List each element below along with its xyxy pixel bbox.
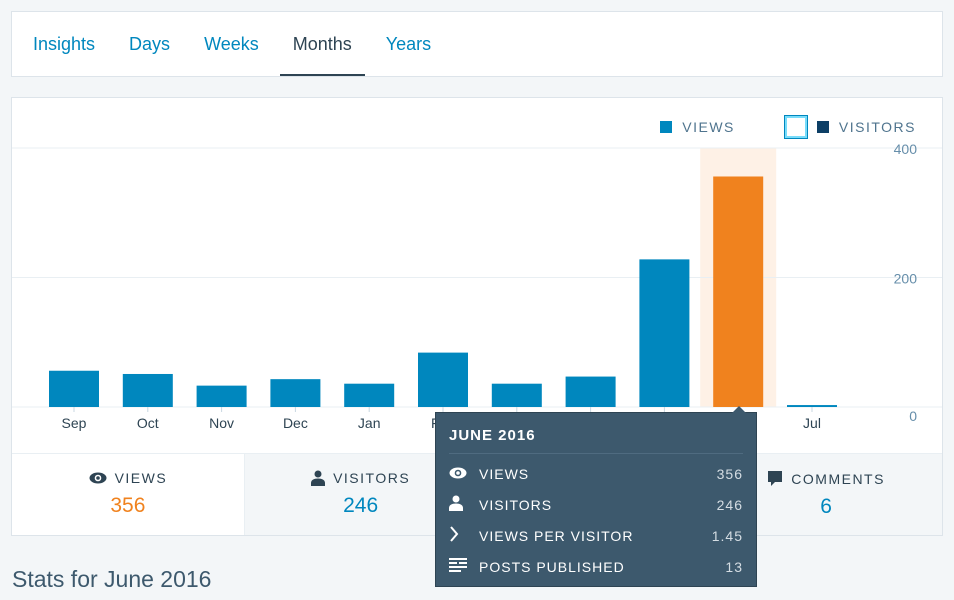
views-value: 356 <box>110 494 146 517</box>
legend-views: VIEWS <box>682 119 735 135</box>
x-tick-label: Dec <box>283 415 308 431</box>
bar-may <box>639 259 690 407</box>
views-swatch <box>660 121 673 133</box>
tooltip-label: POSTS PUBLISHED <box>479 558 625 575</box>
bar-oct <box>122 373 173 407</box>
period-tabs: Insights Days Weeks Months Years <box>11 11 943 77</box>
tooltip-row-views: VIEWS 356 <box>449 458 743 489</box>
tab-months[interactable]: Months <box>279 12 365 76</box>
comments-label: COMMENTS <box>791 470 885 487</box>
tooltip-label: VIEWS <box>479 465 530 482</box>
eye-icon <box>449 467 467 478</box>
tooltip-row-visitors: VISITORS 246 <box>449 489 743 520</box>
views-label: VIEWS <box>114 470 168 486</box>
bar-apr <box>565 376 616 407</box>
tooltip-label: VIEWS PER VISITOR <box>479 527 634 544</box>
bar-nov <box>196 385 247 407</box>
bar-dec <box>270 379 321 407</box>
tooltip-value: 1.45 <box>711 527 743 544</box>
tab-weeks[interactable]: Weeks <box>191 12 272 76</box>
person-icon <box>449 495 463 511</box>
tab-days[interactable]: Days <box>116 12 183 76</box>
x-tick-label: Nov <box>209 415 234 431</box>
tooltip-row-posts: POSTS PUBLISHED 13 <box>449 551 743 582</box>
tab-insights[interactable]: Insights <box>20 12 108 76</box>
person-icon <box>311 470 326 486</box>
chevron-right-icon <box>450 526 459 542</box>
tooltip-label: VISITORS <box>479 496 553 513</box>
bar-jul <box>787 405 837 407</box>
bar-mar <box>491 383 542 407</box>
y-tick-label: 0 <box>909 408 917 424</box>
chart-legend: VIEWS VISITORS <box>660 115 916 139</box>
bar-sep <box>49 370 99 407</box>
eye-icon <box>89 472 107 484</box>
visitors-swatch <box>816 121 829 133</box>
visitors-label: VISITORS <box>333 470 411 486</box>
y-tick-label: 400 <box>894 141 918 157</box>
posts-icon <box>449 558 467 572</box>
bar-chart: 0200400SepOctNovDecJanFebMarAprMayJunJul <box>12 141 942 431</box>
x-tick-label: Jan <box>358 415 381 431</box>
summary-tab-views[interactable]: VIEWS 356 <box>12 454 244 535</box>
tooltip-value: 13 <box>725 558 743 575</box>
tooltip-row-views-per-visitor: VIEWS PER VISITOR 1.45 <box>449 520 743 551</box>
tooltip-value: 246 <box>716 496 743 513</box>
comment-icon <box>768 471 783 486</box>
visitors-checkbox[interactable] <box>783 115 808 139</box>
x-tick-label: Sep <box>62 415 87 431</box>
x-tick-label: Jul <box>803 415 821 431</box>
bar-jun <box>713 176 764 407</box>
x-tick-label: Oct <box>137 415 159 431</box>
section-title: Stats for June 2016 <box>12 566 212 592</box>
tooltip-title: JUNE 2016 <box>449 413 743 454</box>
bar-feb <box>418 352 468 407</box>
chart-tooltip: JUNE 2016 VIEWS 356 VISITORS 246 VIEWS PER… <box>435 406 757 587</box>
y-tick-label: 200 <box>894 271 918 287</box>
bar-jan <box>344 383 395 407</box>
tab-years[interactable]: Years <box>373 12 444 76</box>
tooltip-value: 356 <box>716 465 743 482</box>
legend-visitors: VISITORS <box>838 119 916 135</box>
